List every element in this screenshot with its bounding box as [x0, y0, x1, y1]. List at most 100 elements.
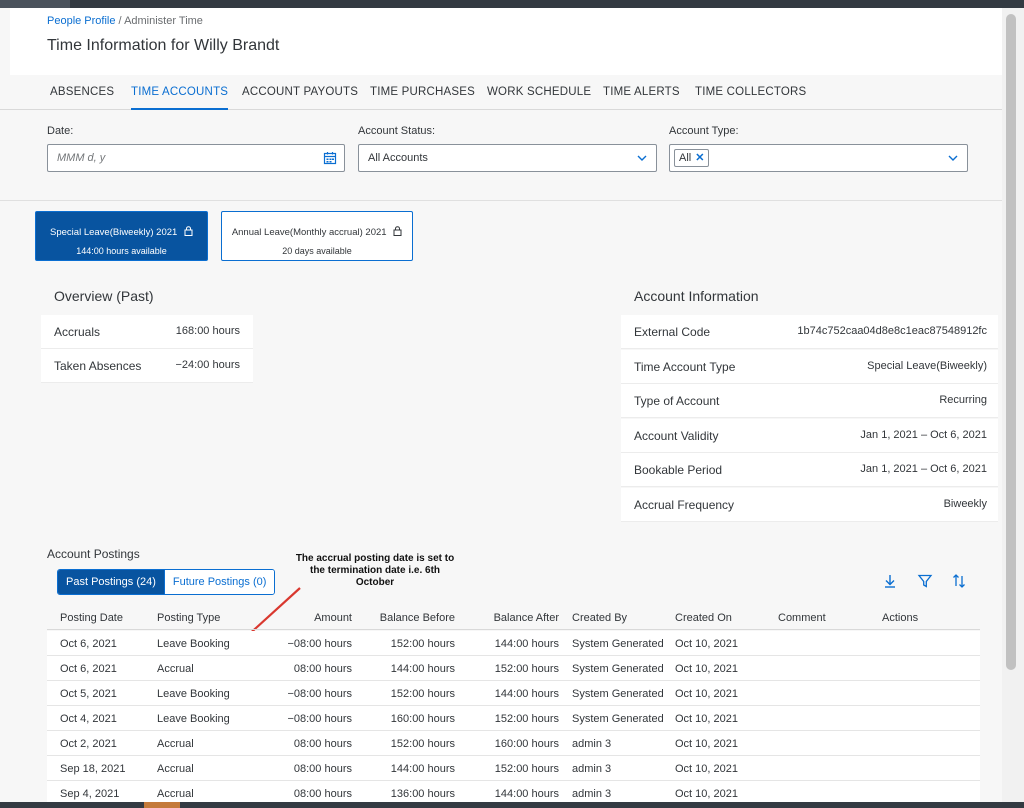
overview-title: Overview (Past) — [54, 288, 154, 304]
amount-cell: 08:00 hours — [293, 788, 352, 800]
tab-time-collectors[interactable]: TIME COLLECTORS — [695, 86, 806, 98]
posting-type-cell: Accrual — [157, 788, 194, 800]
account-card-name: Annual Leave(Monthly accrual) 2021 — [231, 227, 387, 238]
account-info-value: 1b74c752caa04d8e8c1eac87548912fc — [797, 325, 987, 337]
table-row[interactable]: Oct 6, 2021 Accrual 08:00 hours 144:00 hour… — [47, 656, 980, 681]
created-on-cell: Oct 10, 2021 — [675, 788, 738, 800]
lock-icon — [184, 226, 193, 236]
account-type-token[interactable]: All ✕ — [674, 149, 710, 167]
account-info-label: Type of Account — [634, 394, 720, 408]
account-type-label: Account Type: — [669, 125, 739, 137]
date-label: Date: — [47, 125, 74, 137]
page-title: Time Information for Willy Brandt — [47, 37, 280, 54]
column-balance-after[interactable]: Balance After — [469, 612, 559, 624]
account-info-row: Type of Account Recurring — [621, 384, 998, 418]
table-row[interactable]: Oct 6, 2021 Leave Booking −08:00 hours 152:… — [47, 631, 980, 656]
overview-row-accruals: Accruals 168:00 hours — [41, 315, 253, 349]
posting-type-cell: Leave Booking — [157, 638, 230, 650]
overview-value: 168:00 hours — [175, 325, 240, 337]
past-postings-button[interactable]: Past Postings (24) — [58, 570, 164, 594]
breadcrumb-people-profile[interactable]: People Profile — [47, 15, 116, 27]
browser-tab[interactable] — [0, 0, 70, 8]
taskbar-item[interactable] — [144, 802, 180, 808]
balance-before-cell: 144:00 hours — [390, 663, 455, 675]
breadcrumb-separator: / — [115, 15, 125, 27]
breadcrumb-current: Administer Time — [124, 15, 203, 27]
amount-cell: −08:00 hours — [287, 713, 352, 725]
posting-date-cell: Sep 18, 2021 — [60, 763, 126, 775]
column-posting-type[interactable]: Posting Type — [157, 612, 220, 624]
tab-absences[interactable]: ABSENCES — [50, 86, 114, 98]
tab-bar: ABSENCES TIME ACCOUNTS ACCOUNT PAYOUTS T… — [0, 80, 1002, 110]
column-comment[interactable]: Comment — [778, 612, 826, 624]
account-card-available: 144:00 hours available — [76, 246, 167, 256]
posting-date-cell: Sep 4, 2021 — [60, 788, 120, 800]
column-created-by[interactable]: Created By — [572, 612, 627, 624]
table-row[interactable]: Sep 18, 2021 Accrual 08:00 hours 144:00 hou… — [47, 756, 980, 781]
tab-work-schedule[interactable]: WORK SCHEDULE — [487, 86, 591, 98]
table-row[interactable]: Oct 4, 2021 Leave Booking −08:00 hours 160:… — [47, 706, 980, 731]
created-by-cell: System Generated — [572, 688, 664, 700]
amount-cell: 08:00 hours — [293, 763, 352, 775]
tab-time-alerts[interactable]: TIME ALERTS — [603, 86, 680, 98]
account-info-row: External Code 1b74c752caa04d8e8c1eac87548… — [621, 315, 998, 349]
table-row[interactable]: Oct 2, 2021 Accrual 08:00 hours 152:00 hour… — [47, 731, 980, 756]
date-placeholder: MMM d, y — [57, 152, 106, 164]
posting-date-cell: Oct 4, 2021 — [60, 713, 117, 725]
column-created-on[interactable]: Created On — [675, 612, 732, 624]
created-by-cell: admin 3 — [572, 788, 612, 800]
account-info-value: Biweekly — [943, 498, 987, 510]
scrollbar-thumb[interactable] — [1006, 14, 1016, 670]
account-info-value: Special Leave(Biweekly) — [867, 360, 987, 372]
account-info-label: External Code — [634, 325, 711, 339]
account-info-row: Account Validity Jan 1, 2021 – Oct 6, 202… — [621, 419, 998, 453]
remove-token-icon[interactable]: ✕ — [695, 152, 704, 164]
chevron-down-icon[interactable] — [946, 151, 960, 165]
balance-before-cell: 160:00 hours — [390, 713, 455, 725]
account-info-row: Time Account Type Special Leave(Biweekly) — [621, 350, 998, 384]
amount-cell: −08:00 hours — [287, 688, 352, 700]
account-info-label: Bookable Period — [634, 463, 723, 477]
download-icon[interactable] — [882, 573, 898, 589]
balance-before-cell: 152:00 hours — [390, 688, 455, 700]
overview-value: −24:00 hours — [175, 359, 240, 371]
account-type-multiselect[interactable]: All ✕ — [669, 144, 968, 172]
table-row[interactable]: Sep 4, 2021 Accrual 08:00 hours 136:00 hour… — [47, 781, 980, 802]
breadcrumb: People Profile / Administer Time — [47, 15, 203, 27]
column-balance-before[interactable]: Balance Before — [365, 612, 455, 624]
tab-time-purchases[interactable]: TIME PURCHASES — [370, 86, 475, 98]
table-row[interactable]: Oct 5, 2021 Leave Booking −08:00 hours 152:… — [47, 681, 980, 706]
created-by-cell: admin 3 — [572, 763, 612, 775]
account-status-select[interactable]: All Accounts — [358, 144, 657, 172]
account-info-value: Jan 1, 2021 – Oct 6, 2021 — [860, 463, 987, 475]
account-card-special-leave[interactable]: Special Leave(Biweekly) 2021 144:00 hour… — [35, 211, 208, 261]
overview-label: Taken Absences — [54, 359, 142, 373]
created-by-cell: System Generated — [572, 663, 664, 675]
sort-icon[interactable] — [951, 573, 967, 589]
balance-after-cell: 144:00 hours — [494, 638, 559, 650]
calendar-icon[interactable] — [323, 151, 337, 165]
filter-icon[interactable] — [917, 573, 933, 589]
column-amount[interactable]: Amount — [282, 612, 352, 624]
section-divider — [0, 200, 1002, 201]
amount-cell: 08:00 hours — [293, 663, 352, 675]
tab-account-payouts[interactable]: ACCOUNT PAYOUTS — [242, 86, 358, 98]
account-info-label: Accrual Frequency — [634, 498, 735, 512]
tab-time-accounts[interactable]: TIME ACCOUNTS — [131, 86, 229, 110]
balance-after-cell: 152:00 hours — [494, 713, 559, 725]
column-actions[interactable]: Actions — [882, 612, 918, 624]
posting-type-cell: Accrual — [157, 738, 194, 750]
balance-after-cell: 160:00 hours — [494, 738, 559, 750]
date-field[interactable]: MMM d, y — [47, 144, 345, 172]
column-posting-date[interactable]: Posting Date — [60, 612, 123, 624]
overview-label: Accruals — [54, 325, 101, 339]
created-by-cell: admin 3 — [572, 738, 612, 750]
browser-top-bar — [0, 0, 1024, 8]
account-info-title: Account Information — [634, 288, 759, 304]
taskbar — [0, 802, 1024, 808]
chevron-down-icon[interactable] — [635, 151, 649, 165]
account-info-value: Recurring — [939, 394, 987, 406]
account-card-annual-leave[interactable]: Annual Leave(Monthly accrual) 2021 20 da… — [221, 211, 413, 261]
postings-title: Account Postings — [47, 547, 140, 561]
amount-cell: 08:00 hours — [293, 738, 352, 750]
